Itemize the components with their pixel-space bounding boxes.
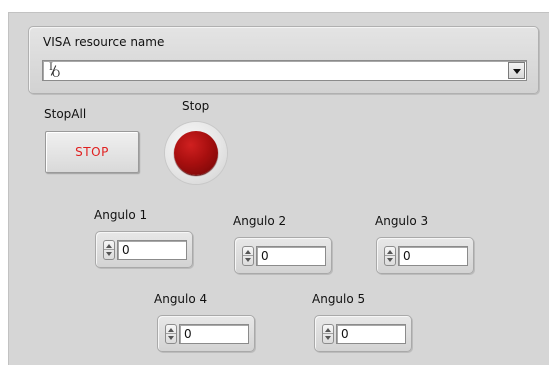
angulo-1-control: 0 [95,231,193,268]
visa-resource-control: VISA resource name I O [28,26,539,94]
front-panel: VISA resource name I O StopAll STOP Stop… [8,12,549,365]
stepper-divider [166,333,176,334]
decrement-arrow-icon [106,252,112,256]
increment-arrow-icon [245,250,251,254]
angulo-2-stepper[interactable] [242,246,254,266]
stepper-divider [104,249,114,250]
angulo-1-label: Angulo 1 [94,208,148,222]
decrement-arrow-icon [168,336,174,340]
stepper-divider [385,255,395,256]
angulo-5-input[interactable]: 0 [336,324,406,344]
stepper-divider [323,333,333,334]
stepper-divider [243,255,253,256]
decrement-arrow-icon [325,336,331,340]
visa-io-icon-o: O [52,69,61,80]
angulo-5-stepper[interactable] [322,324,334,344]
increment-arrow-icon [168,328,174,332]
visa-resource-field[interactable]: I O [42,60,527,81]
angulo-3-stepper[interactable] [384,246,396,266]
increment-arrow-icon [387,250,393,254]
chevron-down-icon [513,69,521,74]
angulo-3-label: Angulo 3 [375,214,429,228]
decrement-arrow-icon [387,258,393,262]
visa-dropdown-button[interactable] [508,62,525,79]
visa-resource-label: VISA resource name [43,35,165,49]
angulo-3-input[interactable]: 0 [398,246,468,266]
angulo-4-input[interactable]: 0 [179,324,249,344]
stopall-button[interactable]: STOP [45,131,139,173]
increment-arrow-icon [325,328,331,332]
angulo-2-input[interactable]: 0 [256,246,326,266]
angulo-4-stepper[interactable] [165,324,177,344]
visa-io-icon: I O [49,62,61,80]
angulo-4-control: 0 [157,315,255,352]
angulo-4-label: Angulo 4 [154,292,208,306]
angulo-1-input[interactable]: 0 [117,240,187,260]
angulo-1-stepper[interactable] [103,240,115,260]
stop-label: Stop [182,99,210,113]
angulo-3-control: 0 [376,237,474,274]
stopall-label: StopAll [44,107,87,121]
decrement-arrow-icon [245,258,251,262]
angulo-2-control: 0 [234,237,332,274]
stop-led-button[interactable] [165,122,227,184]
angulo-2-label: Angulo 2 [233,214,287,228]
angulo-5-label: Angulo 5 [312,292,366,306]
stop-led-indicator [174,131,218,175]
angulo-5-control: 0 [314,315,412,352]
increment-arrow-icon [106,244,112,248]
